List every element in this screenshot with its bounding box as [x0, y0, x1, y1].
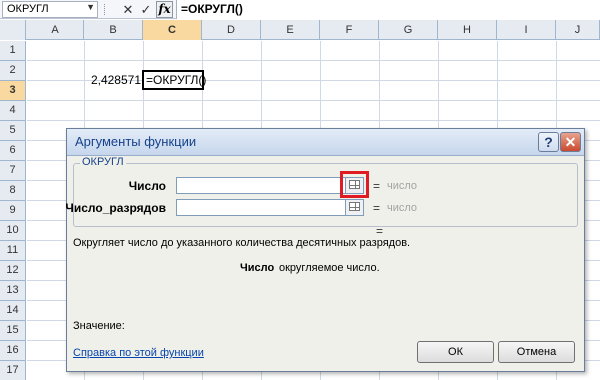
row-header[interactable]: 13 [0, 281, 26, 301]
formula-bar-separator [104, 4, 107, 15]
column-header-c[interactable]: C [143, 20, 202, 40]
function-help-link[interactable]: Справка по этой функции [73, 347, 204, 359]
dialog-titlebar[interactable]: Аргументы функции ? ✕ [67, 129, 584, 156]
row-header[interactable]: 14 [0, 301, 26, 321]
row-header[interactable]: 4 [0, 101, 26, 121]
function-description: Округляет число до указанного количества… [73, 237, 411, 249]
select-all-corner[interactable] [0, 20, 26, 40]
function-name-label: ОКРУГЛ [80, 156, 126, 168]
column-header-i[interactable]: I [497, 20, 556, 40]
help-icon[interactable]: ? [538, 132, 559, 152]
row-header[interactable]: 8 [0, 181, 26, 201]
row-header[interactable]: 11 [0, 241, 26, 261]
column-header-e[interactable]: E [261, 20, 320, 40]
formula-input[interactable]: =ОКРУГЛ() [176, 0, 600, 19]
row-header[interactable]: 15 [0, 321, 26, 341]
cell-reference-icon [349, 202, 360, 211]
name-box[interactable]: ОКРУГЛ ▼ [2, 1, 98, 18]
result-label: Значение: [73, 320, 125, 332]
ok-button[interactable]: ОК [417, 341, 494, 363]
row-header[interactable]: 9 [0, 201, 26, 221]
arg-result-number: число [387, 180, 418, 192]
formula-bar: ОКРУГЛ ▼ ✕ ✓ fx =ОКРУГЛ() [0, 0, 600, 19]
arg-label-num-digits: Число_разрядов [65, 201, 166, 215]
row-header[interactable]: 16 [0, 341, 26, 361]
function-arguments-dialog: Аргументы функции ? ✕ ОКРУГЛ Число = чис… [65, 128, 585, 372]
row-header[interactable]: 17 [0, 361, 26, 380]
dialog-title: Аргументы функции [75, 134, 197, 149]
close-icon[interactable]: ✕ [560, 132, 581, 152]
row-header[interactable]: 2 [0, 61, 26, 81]
argument-description-text: округляемое число. [279, 262, 380, 274]
arg-equals-num-digits: = [373, 201, 381, 215]
cancel-button[interactable]: Отмена [498, 341, 575, 363]
row-header[interactable]: 1 [0, 41, 26, 61]
cell-c3-active[interactable]: =ОКРУГЛ() [142, 70, 206, 90]
column-header-f[interactable]: F [320, 20, 379, 40]
column-header-b[interactable]: B [84, 20, 143, 40]
insert-function-icon[interactable]: fx [156, 1, 173, 18]
arg-equals-number: = [373, 179, 381, 193]
column-header-j[interactable]: J [556, 20, 600, 40]
name-box-value: ОКРУГЛ [7, 3, 49, 15]
highlight-box [340, 171, 369, 198]
cell-b3[interactable]: 2,428571 [86, 70, 143, 90]
argument-description-name: Число [240, 262, 275, 274]
collapse-dialog-button-num-digits[interactable] [345, 199, 364, 216]
column-header-a[interactable]: A [27, 20, 84, 40]
function-args-group: ОКРУГЛ [73, 156, 578, 227]
column-header-h[interactable]: H [438, 20, 497, 40]
name-box-dropdown-icon[interactable]: ▼ [86, 2, 95, 12]
row-header[interactable]: 10 [0, 221, 26, 241]
number-input[interactable] [176, 177, 360, 194]
row-header[interactable]: 3 [0, 81, 26, 101]
column-headers: A B C D E F G H I J [0, 20, 600, 40]
enter-checkmark-icon[interactable]: ✓ [138, 1, 154, 18]
function-result-equals: = [376, 224, 384, 238]
arg-label-number: Число [128, 179, 166, 193]
row-header[interactable]: 12 [0, 261, 26, 281]
arg-result-num-digits: число [387, 202, 418, 214]
column-header-d[interactable]: D [202, 20, 261, 40]
cancel-icon[interactable]: ✕ [120, 1, 136, 18]
row-header[interactable]: 6 [0, 141, 26, 161]
row-header[interactable]: 5 [0, 121, 26, 141]
num-digits-input[interactable] [176, 199, 360, 216]
row-header[interactable]: 7 [0, 161, 26, 181]
column-header-g[interactable]: G [379, 20, 438, 40]
